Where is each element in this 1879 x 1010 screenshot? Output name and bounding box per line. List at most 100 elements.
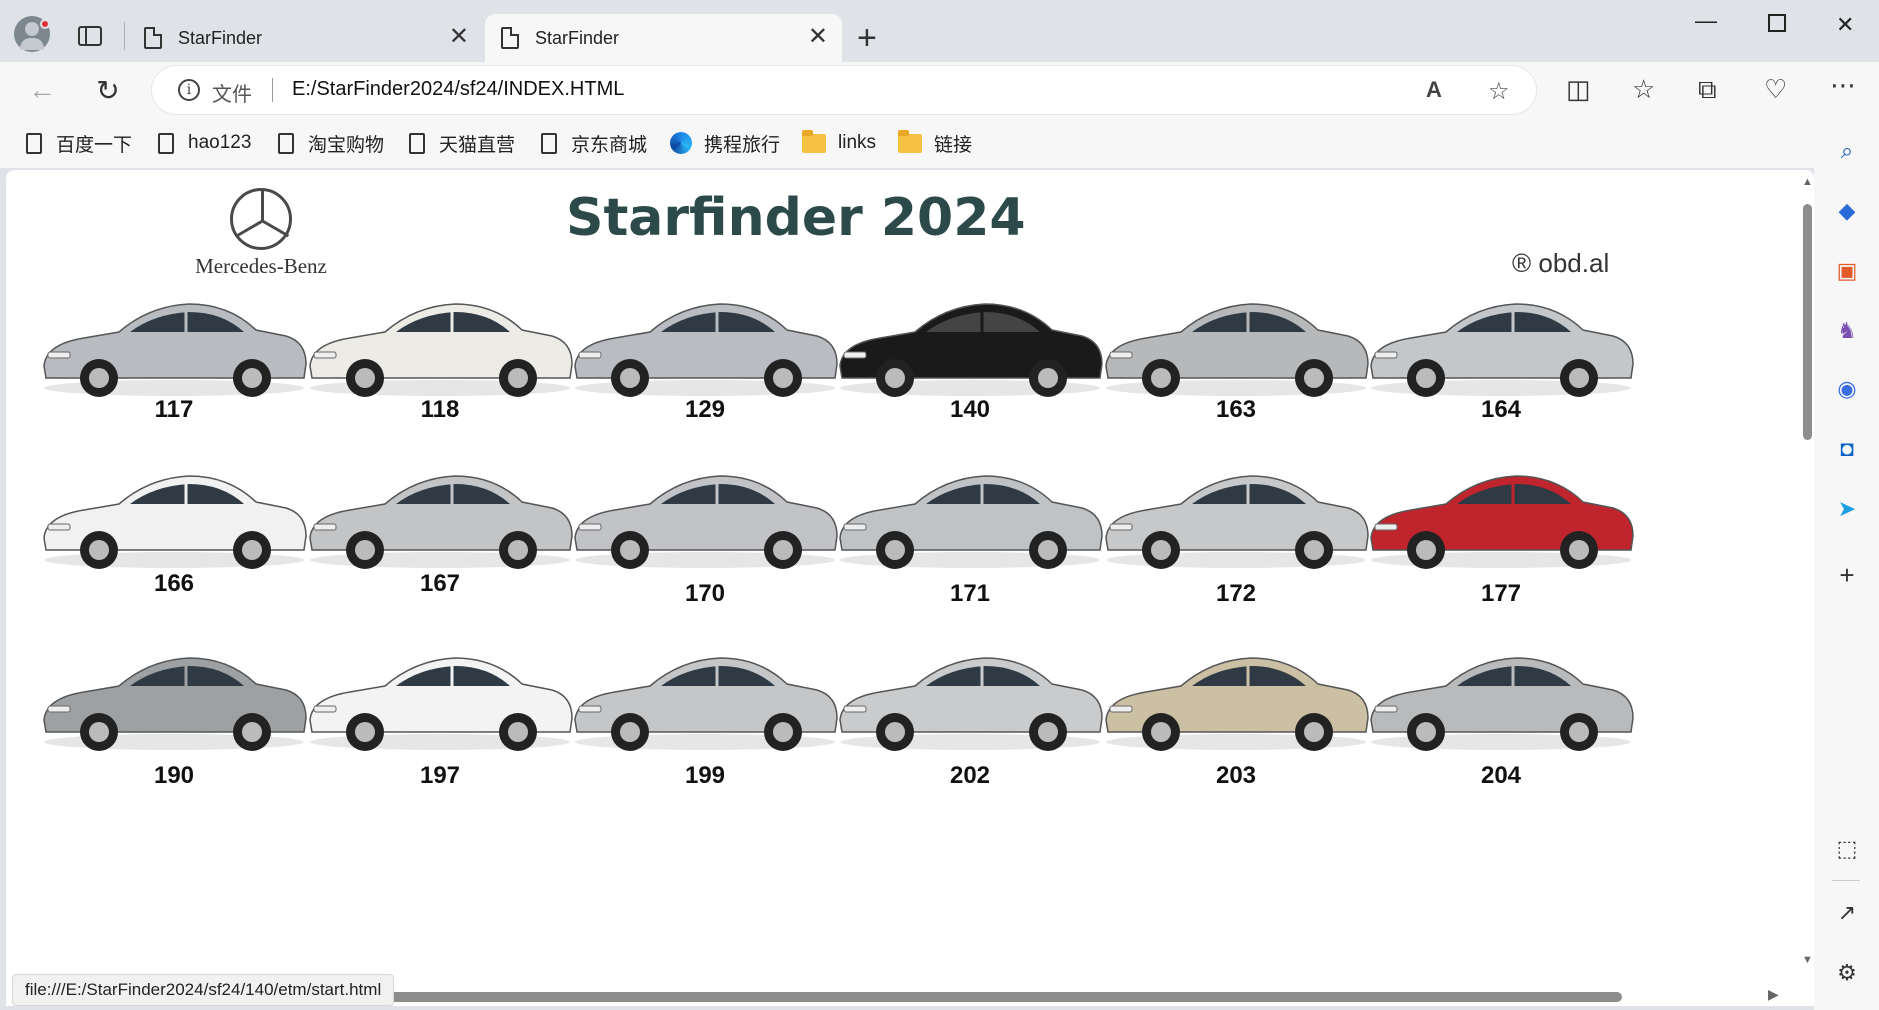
model-code-label[interactable]: 163 [1086,396,1386,424]
model-code-label[interactable]: 170 [555,580,855,608]
favorites-icon[interactable]: ☆ [1632,74,1655,105]
more-menu-icon[interactable]: ⋯ [1830,70,1856,101]
bookmark-jd[interactable]: 京东商城 [541,130,647,156]
outlook-icon[interactable]: ◘ [1834,436,1860,462]
model-code-label[interactable]: 190 [24,762,324,790]
favorite-star-icon[interactable]: ☆ [1488,77,1510,106]
car-image[interactable] [1086,274,1386,404]
info-icon[interactable]: i [178,79,200,101]
address-bar[interactable]: i 文件 E:/StarFinder2024/sf24/INDEX.HTML A… [152,66,1536,114]
tab-starfinder-1[interactable]: StarFinder ✕ [128,14,483,62]
page-icon [144,27,162,49]
car-image[interactable] [290,446,590,576]
model-code-label[interactable]: 171 [820,580,1120,608]
tab-strip: StarFinder ✕ StarFinder ✕ + — ✕ [0,0,1879,62]
status-bar-url: file:///E:/StarFinder2024/sf24/140/etm/s… [12,974,395,1006]
model-code-label[interactable]: 167 [290,570,590,598]
model-code-label[interactable]: 129 [555,396,855,424]
tab-starfinder-2[interactable]: StarFinder ✕ [485,14,842,62]
model-code-label[interactable]: 202 [820,762,1120,790]
settings-gear-icon[interactable]: ⚙ [1834,960,1860,986]
tab-divider [124,22,125,50]
model-code-label[interactable]: 204 [1351,762,1651,790]
tools-icon[interactable]: ▣ [1834,258,1860,284]
copilot-icon[interactable]: ◉ [1834,376,1860,402]
screenshot-icon[interactable]: ⬚ [1834,836,1860,862]
model-code-label[interactable]: 177 [1351,580,1651,608]
shopping-tag-icon[interactable]: ◆ [1834,198,1860,224]
open-external-icon[interactable]: ↗ [1834,900,1860,926]
page-icon [158,132,174,154]
browser-essentials-icon[interactable]: ♡ [1764,74,1787,105]
vertical-scroll-thumb[interactable] [1803,204,1812,440]
model-code-label[interactable]: 140 [820,396,1120,424]
model-code-label[interactable]: 203 [1086,762,1386,790]
car-image[interactable] [555,274,855,404]
page-icon [409,132,425,154]
close-tab-icon[interactable]: ✕ [449,25,469,49]
maximize-icon[interactable] [1768,14,1786,32]
split-screen-icon[interactable]: ◫ [1566,74,1591,105]
notification-dot-icon [40,19,50,29]
car-image[interactable] [820,446,1120,576]
bookmark-tmall[interactable]: 天猫直营 [409,130,515,156]
send-icon[interactable]: ➤ [1834,496,1860,522]
collections-icon[interactable]: ⧉ [1698,74,1717,106]
minimize-icon[interactable]: — [1695,8,1717,34]
sidebar-divider [1832,880,1860,881]
car-image[interactable] [24,446,324,576]
address-divider [272,78,273,102]
car-image[interactable] [555,446,855,576]
car-image[interactable] [290,274,590,404]
refresh-icon[interactable]: ↻ [88,70,128,110]
page-viewport: Mercedes-Benz Starfinder 2024 ® obd.al 1… [6,170,1814,1006]
model-code-label[interactable]: 172 [1086,580,1386,608]
scroll-right-icon[interactable]: ▶ [1768,986,1779,1003]
model-code-label[interactable]: 117 [24,396,324,424]
tab-actions-icon[interactable] [78,26,102,46]
car-image[interactable] [1086,446,1386,576]
car-drawing [43,657,307,751]
car-image[interactable] [820,274,1120,404]
close-tab-icon[interactable]: ✕ [808,25,828,49]
car-image[interactable] [290,628,590,758]
games-icon[interactable]: ♞ [1834,318,1860,344]
bookmark-label: 天猫直营 [439,134,516,156]
car-image[interactable] [555,628,855,758]
back-icon[interactable]: ← [22,70,62,110]
car-image[interactable] [1351,446,1651,576]
model-code-label[interactable]: 199 [555,762,855,790]
bookmark-folder-lianjie[interactable]: 链接 [898,129,972,156]
car-image[interactable] [1351,628,1651,758]
bookmark-folder-links[interactable]: links [802,129,877,156]
model-code-label[interactable]: 118 [290,396,590,424]
car-image[interactable] [24,274,324,404]
read-aloud-icon[interactable]: A [1426,77,1442,103]
bookmark-label: links [838,132,877,153]
edge-sidebar: ⌕ ◆ ▣ ♞ ◉ ◘ ➤ + ⬚ ↗ ⚙ [1814,118,1879,1010]
model-code-label[interactable]: 164 [1351,396,1651,424]
add-icon[interactable]: + [1834,562,1860,588]
car-drawing [839,303,1103,397]
model-code-label[interactable]: 197 [290,762,590,790]
new-tab-icon[interactable]: + [857,18,877,58]
url-text[interactable]: E:/StarFinder2024/sf24/INDEX.HTML [292,78,624,101]
car-image[interactable] [820,628,1120,758]
bookmark-baidu[interactable]: 百度一下 [26,130,132,156]
scroll-down-icon[interactable]: ▼ [1802,954,1813,966]
bookmark-taobao[interactable]: 淘宝购物 [278,130,384,156]
car-image[interactable] [1351,274,1651,404]
window-close-icon[interactable]: ✕ [1836,12,1854,38]
scroll-up-icon[interactable]: ▲ [1802,176,1813,188]
car-drawing [309,303,573,397]
car-drawing [574,303,838,397]
vertical-scrollbar[interactable]: ▲ ▼ [1800,170,1814,990]
bookmark-hao123[interactable]: hao123 [158,130,251,156]
bookmark-ctrip[interactable]: 携程旅行 [670,130,780,156]
car-image[interactable] [24,628,324,758]
search-icon[interactable]: ⌕ [1834,138,1860,164]
bookmark-label: 京东商城 [571,134,648,156]
car-image[interactable] [1086,628,1386,758]
model-code-label[interactable]: 166 [24,570,324,598]
bookmark-label: 携程旅行 [704,134,781,156]
